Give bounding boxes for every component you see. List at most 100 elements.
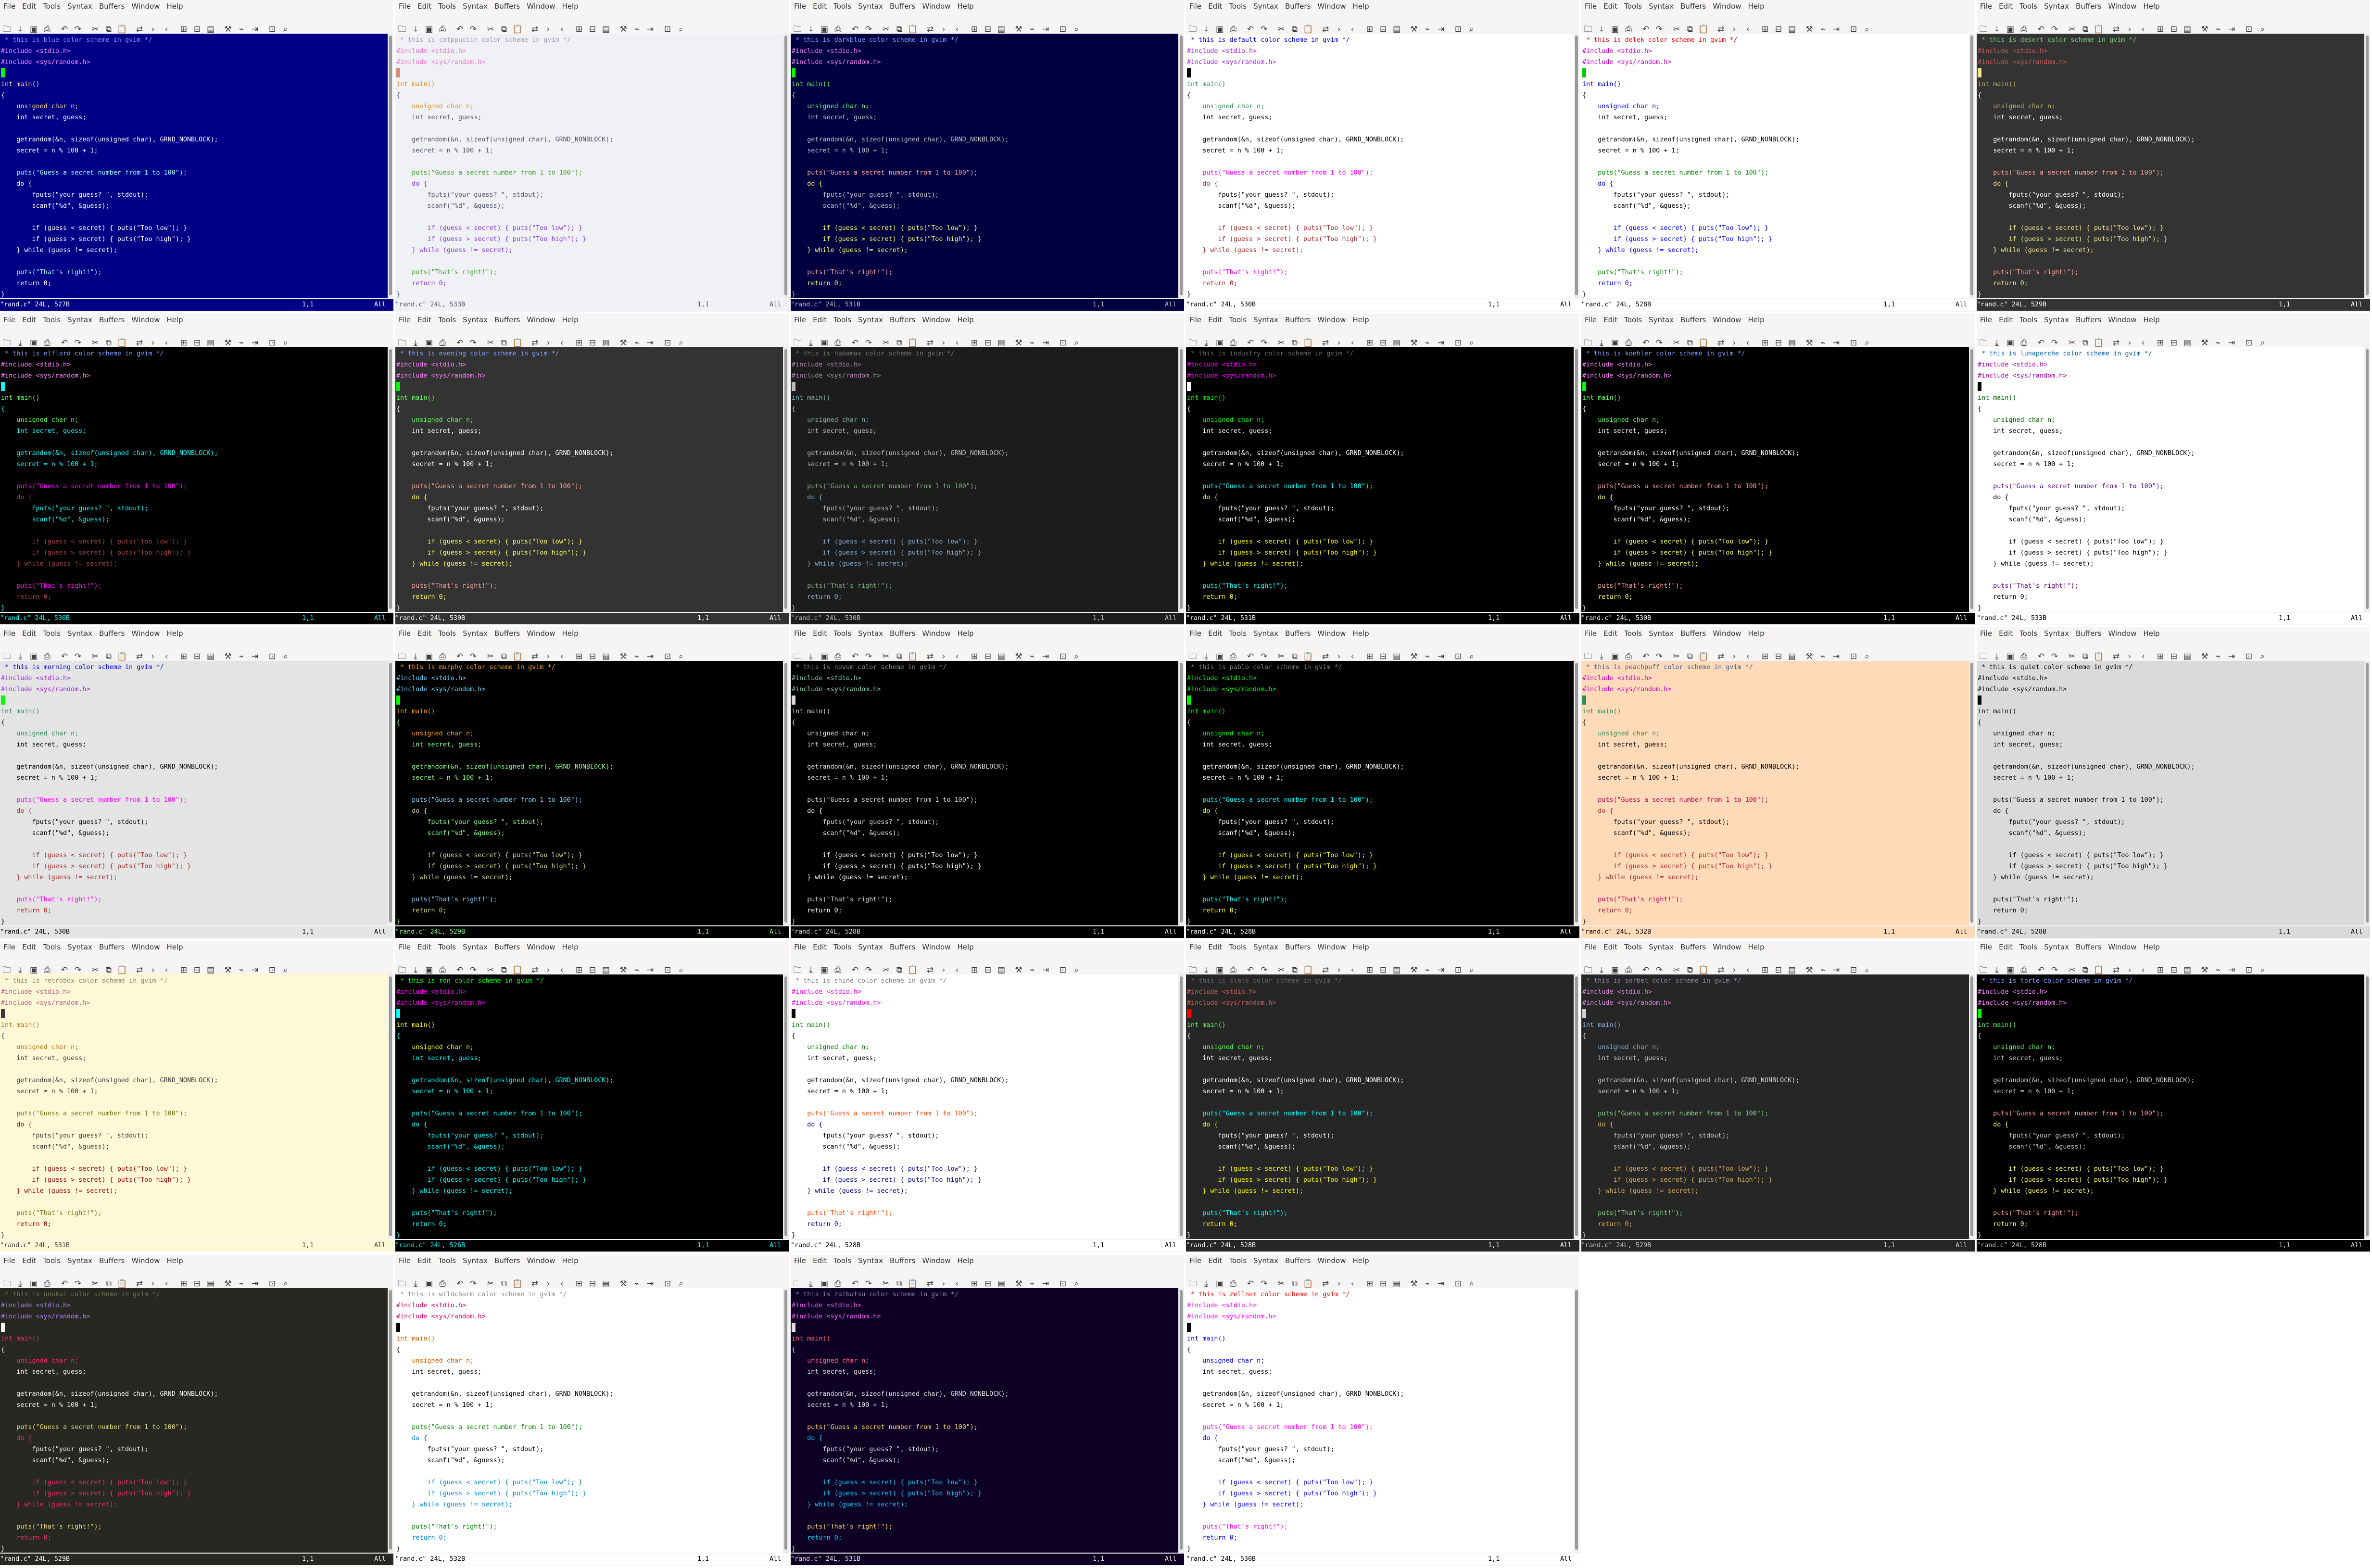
menu-buffers[interactable]: Buffers	[1282, 314, 1314, 325]
editor-area[interactable]: * this is delek color scheme in gvim */#…	[1581, 34, 1969, 298]
save-all-icon[interactable]: ▣	[1213, 646, 1226, 661]
menu-window[interactable]: Window	[523, 314, 558, 325]
replace-icon[interactable]: ⇄	[133, 960, 146, 974]
undo-icon[interactable]: ↶	[848, 333, 862, 347]
scrollbar-thumb[interactable]	[2366, 663, 2369, 923]
save-file-icon[interactable]: ⤓	[1595, 19, 1608, 34]
cut-icon[interactable]: ✂	[879, 1274, 893, 1288]
save-all-icon[interactable]: ▣	[422, 19, 436, 34]
find-help-icon[interactable]: ⌕	[2256, 646, 2269, 661]
make-icon[interactable]: ⚒	[1803, 960, 1816, 974]
find-next-icon[interactable]: ›	[146, 1274, 160, 1288]
editor-area[interactable]: * this is zellner color scheme in gvim *…	[1186, 1288, 1574, 1553]
help-icon[interactable]: ⊡	[1056, 1274, 1070, 1288]
jump-tag-icon[interactable]: ⇥	[1829, 19, 1843, 34]
cut-icon[interactable]: ✂	[879, 19, 893, 34]
print-icon[interactable]: ⎙	[831, 960, 845, 974]
redo-icon[interactable]: ↷	[71, 646, 85, 661]
jump-tag-icon[interactable]: ⇥	[1039, 19, 1052, 34]
print-icon[interactable]: ⎙	[436, 646, 449, 661]
run-ctags-icon[interactable]: ⌁	[630, 19, 643, 34]
run-ctags-icon[interactable]: ⌁	[2211, 19, 2225, 34]
paste-icon[interactable]: 📋	[2092, 646, 2106, 661]
make-icon[interactable]: ⚒	[1407, 960, 1421, 974]
vertical-scrollbar[interactable]	[388, 34, 393, 298]
copy-icon[interactable]: ⧉	[497, 646, 511, 661]
help-icon[interactable]: ⊡	[1847, 646, 1860, 661]
menu-help[interactable]: Help	[163, 0, 186, 11]
find-next-icon[interactable]: ›	[542, 960, 555, 974]
menu-edit[interactable]: Edit	[1600, 0, 1621, 11]
undo-icon[interactable]: ↶	[1244, 646, 1257, 661]
replace-icon[interactable]: ⇄	[528, 333, 542, 347]
help-icon[interactable]: ⊡	[1847, 960, 1860, 974]
find-prev-icon[interactable]: ‹	[950, 19, 964, 34]
save-file-icon[interactable]: ⤓	[1990, 646, 2004, 661]
vertical-scrollbar[interactable]	[783, 34, 789, 298]
menu-buffers[interactable]: Buffers	[1677, 941, 1709, 952]
save-session-icon[interactable]: ⊟	[2167, 19, 2181, 34]
paste-icon[interactable]: 📋	[906, 19, 920, 34]
find-next-icon[interactable]: ›	[542, 333, 555, 347]
save-all-icon[interactable]: ▣	[1608, 333, 1622, 347]
menu-tools[interactable]: Tools	[1225, 627, 1250, 638]
find-next-icon[interactable]: ›	[937, 960, 950, 974]
menu-syntax[interactable]: Syntax	[64, 1254, 96, 1265]
jump-tag-icon[interactable]: ⇥	[643, 960, 657, 974]
editor-area[interactable]: * this is torte color scheme in gvim */#…	[1977, 974, 2364, 1239]
help-icon[interactable]: ⊡	[661, 960, 674, 974]
replace-icon[interactable]: ⇄	[1319, 960, 1332, 974]
save-all-icon[interactable]: ▣	[422, 646, 436, 661]
menu-buffers[interactable]: Buffers	[1282, 627, 1314, 638]
replace-icon[interactable]: ⇄	[2109, 19, 2123, 34]
menu-edit[interactable]: Edit	[1205, 1254, 1225, 1265]
menu-window[interactable]: Window	[523, 1254, 558, 1265]
save-file-icon[interactable]: ⤓	[804, 1274, 818, 1288]
find-next-icon[interactable]: ›	[1332, 1274, 1346, 1288]
find-prev-icon[interactable]: ‹	[160, 1274, 173, 1288]
redo-icon[interactable]: ↷	[1257, 1274, 1271, 1288]
editor-area[interactable]: * this is evening color scheme in gvim *…	[395, 347, 783, 612]
menu-edit[interactable]: Edit	[1995, 0, 2016, 11]
help-icon[interactable]: ⊡	[2242, 19, 2256, 34]
save-file-icon[interactable]: ⤓	[1595, 960, 1608, 974]
save-session-icon[interactable]: ⊟	[190, 960, 204, 974]
scrollbar-thumb[interactable]	[1970, 36, 1973, 295]
find-prev-icon[interactable]: ‹	[555, 646, 568, 661]
print-icon[interactable]: ⎙	[1622, 333, 1635, 347]
find-prev-icon[interactable]: ‹	[160, 960, 173, 974]
find-help-icon[interactable]: ⌕	[2256, 19, 2269, 34]
menu-syntax[interactable]: Syntax	[855, 0, 886, 11]
menu-buffers[interactable]: Buffers	[491, 0, 523, 11]
undo-icon[interactable]: ↶	[453, 19, 467, 34]
menu-window[interactable]: Window	[1314, 627, 1349, 638]
find-help-icon[interactable]: ⌕	[2256, 333, 2269, 347]
scrollbar-thumb[interactable]	[1575, 36, 1578, 295]
find-help-icon[interactable]: ⌕	[1070, 19, 1083, 34]
save-file-icon[interactable]: ⤓	[1595, 333, 1608, 347]
replace-icon[interactable]: ⇄	[528, 960, 542, 974]
jump-tag-icon[interactable]: ⇥	[248, 1274, 262, 1288]
menu-buffers[interactable]: Buffers	[1282, 1254, 1314, 1265]
save-all-icon[interactable]: ▣	[422, 333, 436, 347]
menu-window[interactable]: Window	[919, 314, 954, 325]
menu-tools[interactable]: Tools	[39, 941, 64, 952]
menu-buffers[interactable]: Buffers	[2072, 941, 2105, 952]
save-file-icon[interactable]: ⤓	[1990, 19, 2004, 34]
menu-window[interactable]: Window	[1314, 941, 1349, 952]
editor-area[interactable]: * this is unokai color scheme in gvim */…	[0, 1288, 388, 1553]
cut-icon[interactable]: ✂	[1274, 1274, 1288, 1288]
menu-window[interactable]: Window	[128, 1254, 163, 1265]
make-icon[interactable]: ⚒	[2198, 333, 2211, 347]
menu-tools[interactable]: Tools	[1225, 941, 1250, 952]
menu-edit[interactable]: Edit	[19, 627, 39, 638]
open-file-icon[interactable]: 🗀	[395, 960, 409, 974]
menu-help[interactable]: Help	[1744, 627, 1767, 638]
load-session-icon[interactable]: ⊞	[968, 1274, 981, 1288]
help-icon[interactable]: ⊡	[1056, 960, 1070, 974]
undo-icon[interactable]: ↶	[58, 333, 71, 347]
menu-buffers[interactable]: Buffers	[1282, 941, 1314, 952]
save-session-icon[interactable]: ⊟	[190, 333, 204, 347]
print-icon[interactable]: ⎙	[436, 960, 449, 974]
print-icon[interactable]: ⎙	[831, 646, 845, 661]
